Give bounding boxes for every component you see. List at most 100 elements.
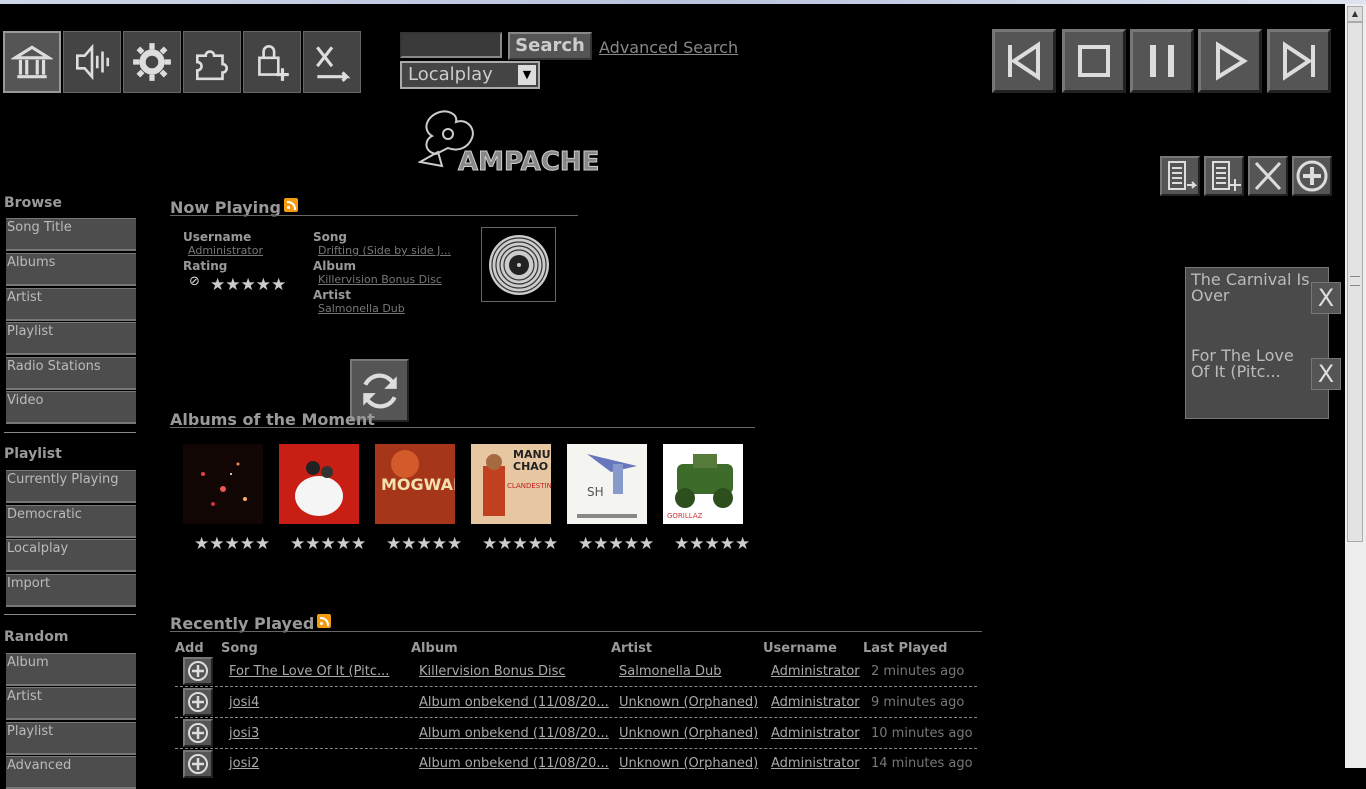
gear-icon	[133, 43, 171, 81]
sidebar-item-democratic[interactable]: Democratic	[6, 505, 136, 538]
row-album-link[interactable]: Album onbekend (11/08/20...	[419, 695, 609, 710]
add-song-button[interactable]	[183, 657, 213, 685]
rss-icon[interactable]	[317, 614, 332, 628]
album-link[interactable]: Killervision Bonus Disc	[318, 273, 442, 286]
artist-link[interactable]: Salmonella Dub	[318, 302, 405, 315]
sidebar-item-albums[interactable]: Albums	[6, 253, 136, 286]
player-select-value: Localplay	[408, 64, 493, 85]
queue-remove-button[interactable]: X	[1311, 358, 1341, 390]
page-scrollbar[interactable]: ▲	[1345, 4, 1366, 768]
playlist-clear-button[interactable]	[1248, 156, 1288, 196]
album-rating-4[interactable]: ★★★★★	[482, 534, 558, 554]
row-song-link[interactable]: josi4	[229, 695, 259, 710]
now-playing-rating-stars[interactable]: ★★★★★	[210, 275, 286, 295]
sidebar-item-video[interactable]: Video	[6, 391, 136, 424]
row-divider	[175, 748, 977, 749]
row-artist-link[interactable]: Unknown (Orphaned)	[619, 726, 758, 741]
album-rating-2[interactable]: ★★★★★	[290, 534, 366, 554]
row-album-link[interactable]: Album onbekend (11/08/20...	[419, 726, 609, 741]
pause-icon	[1150, 45, 1174, 77]
album-rating-1[interactable]: ★★★★★	[194, 534, 270, 554]
pause-button[interactable]	[1130, 29, 1194, 93]
row-user-link[interactable]: Administrator	[771, 756, 860, 771]
col-header-last-played[interactable]: Last Played	[863, 641, 948, 656]
song-link[interactable]: Drifting (Side by side J...	[318, 244, 451, 257]
ampache-logo[interactable]: AMPACHE	[417, 108, 600, 178]
row-song-link[interactable]: For The Love Of It (Pitc...	[229, 664, 389, 679]
stop-button[interactable]	[1062, 29, 1126, 93]
row-last-played: 14 minutes ago	[871, 756, 973, 771]
queue-item-title[interactable]: For The Love Of It (Pitc...	[1191, 348, 1311, 380]
row-user-link[interactable]: Administrator	[771, 726, 860, 741]
sidebar-item-random-playlist[interactable]: Playlist	[6, 722, 136, 755]
browse-heading: Browse	[4, 195, 62, 211]
play-button[interactable]	[1198, 29, 1262, 93]
album-rating-3[interactable]: ★★★★★	[386, 534, 462, 554]
albums-moment-divider	[170, 427, 755, 428]
playlist-add-button[interactable]	[1204, 156, 1244, 196]
now-playing-divider	[170, 215, 578, 216]
col-header-album[interactable]: Album	[411, 641, 458, 656]
queue-item-title[interactable]: The Carnival Is Over	[1191, 272, 1311, 304]
chevron-down-icon: ▼	[518, 65, 536, 85]
sidebar-item-playlist[interactable]: Playlist	[6, 322, 136, 355]
skip-forward-icon	[1283, 41, 1315, 81]
scrollbar-grip-icon	[1350, 276, 1360, 286]
sidebar-item-import[interactable]: Import	[6, 574, 136, 607]
add-song-button[interactable]	[183, 688, 213, 716]
username-link[interactable]: Administrator	[188, 244, 263, 257]
sidebar-item-random-advanced[interactable]: Advanced	[6, 756, 136, 789]
row-song-link[interactable]: josi3	[229, 726, 259, 741]
sidebar-item-random-artist[interactable]: Artist	[6, 687, 136, 720]
close-icon	[1254, 161, 1282, 191]
album-cover-3[interactable]: MOGWAI	[375, 444, 455, 524]
admin-button[interactable]	[243, 31, 301, 93]
next-button[interactable]	[1267, 29, 1331, 93]
scroll-up-arrow-icon[interactable]: ▲	[1347, 6, 1363, 22]
row-album-link[interactable]: Album onbekend (11/08/20...	[419, 756, 609, 771]
home-button[interactable]	[3, 31, 61, 93]
add-song-button[interactable]	[183, 719, 213, 747]
sidebar-item-song-title[interactable]: Song Title	[6, 218, 136, 251]
player-select[interactable]: Localplay ▼	[400, 61, 540, 89]
lock-add-icon	[258, 45, 289, 81]
playlist-append-button[interactable]	[1292, 156, 1332, 196]
row-album-link[interactable]: Killervision Bonus Disc	[419, 664, 566, 679]
row-song-link[interactable]: josi2	[229, 756, 259, 771]
rss-icon[interactable]	[284, 198, 299, 212]
sidebar-item-localplay[interactable]: Localplay	[6, 539, 136, 572]
sidebar-item-currently-playing[interactable]: Currently Playing	[6, 470, 136, 503]
search-input[interactable]	[400, 32, 502, 58]
search-button[interactable]: Search	[508, 32, 592, 60]
album-cover-5[interactable]: SH	[567, 444, 647, 524]
album-cover-4[interactable]: MANUCHAOCLANDESTINO	[471, 444, 551, 524]
col-header-song[interactable]: Song	[221, 641, 258, 656]
row-artist-link[interactable]: Unknown (Orphaned)	[619, 695, 758, 710]
album-cover-1[interactable]	[183, 444, 263, 524]
row-artist-link[interactable]: Unknown (Orphaned)	[619, 756, 758, 771]
add-song-button[interactable]	[183, 750, 213, 778]
plugins-button[interactable]	[183, 31, 241, 93]
volume-button[interactable]	[63, 31, 121, 93]
col-header-username[interactable]: Username	[763, 641, 837, 656]
sidebar-item-random-album[interactable]: Album	[6, 653, 136, 686]
album-cover-6[interactable]: GORILLAZ	[663, 444, 743, 524]
playlist-save-button[interactable]	[1160, 156, 1200, 196]
advanced-search-link[interactable]: Advanced Search	[599, 38, 738, 57]
queue-remove-button[interactable]: X	[1311, 282, 1341, 314]
row-user-link[interactable]: Administrator	[771, 664, 860, 679]
previous-button[interactable]	[992, 29, 1056, 93]
album-rating-6[interactable]: ★★★★★	[674, 534, 750, 554]
col-header-artist[interactable]: Artist	[611, 641, 652, 656]
row-last-played: 10 minutes ago	[871, 726, 973, 741]
now-playing-cover[interactable]	[481, 227, 556, 302]
row-artist-link[interactable]: Salmonella Dub	[619, 664, 722, 679]
logout-button[interactable]	[303, 31, 361, 93]
sidebar-item-radio-stations[interactable]: Radio Stations	[6, 357, 136, 390]
row-user-link[interactable]: Administrator	[771, 695, 860, 710]
album-cover-2[interactable]	[279, 444, 359, 524]
preferences-button[interactable]	[123, 31, 181, 93]
sidebar-item-artist[interactable]: Artist	[6, 288, 136, 321]
album-rating-5[interactable]: ★★★★★	[578, 534, 654, 554]
clear-rating-icon[interactable]: ⊘	[189, 274, 200, 289]
